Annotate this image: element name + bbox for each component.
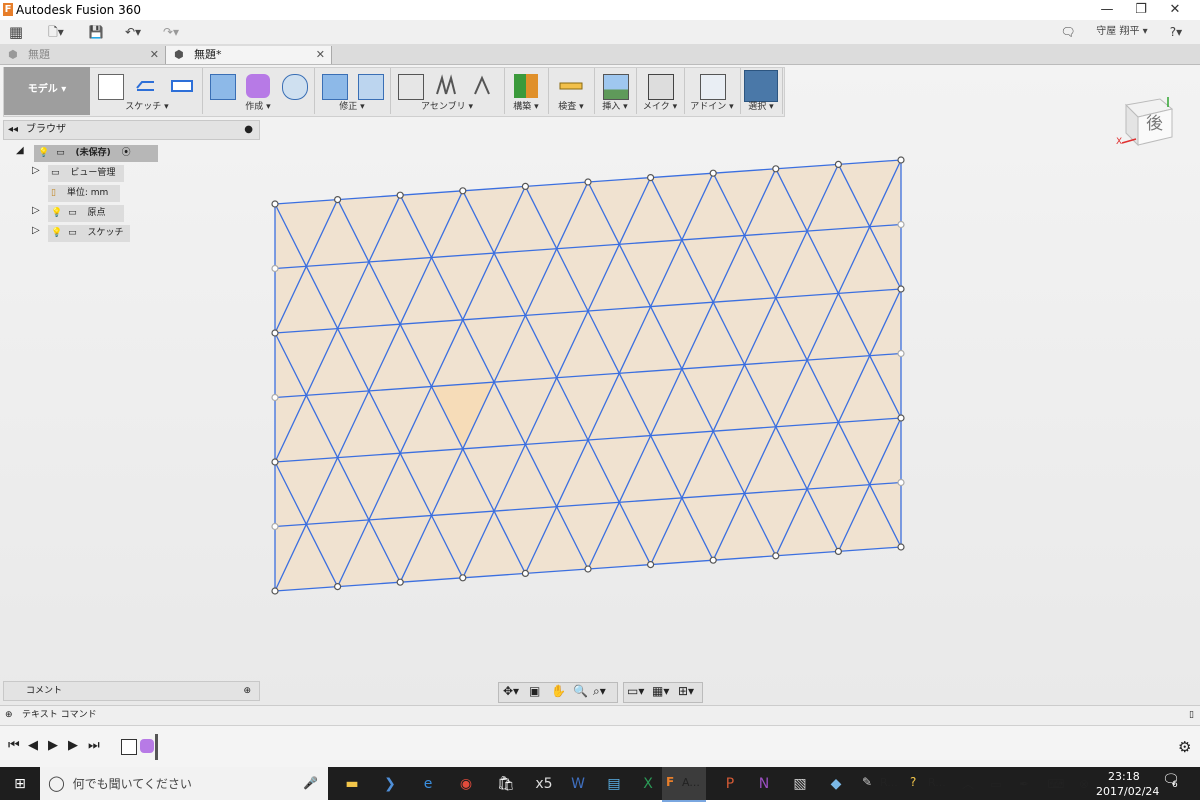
step-back-button[interactable]: ◀: [28, 738, 38, 753]
app-icon[interactable]: ▧: [782, 770, 818, 798]
clock-date[interactable]: 2017/02/24: [1096, 785, 1159, 798]
sketch-point: [897, 285, 905, 293]
sketch-feature-icon[interactable]: [121, 739, 137, 755]
sketch-point: [834, 160, 843, 168]
clock-time[interactable]: 23:18: [1108, 770, 1140, 783]
sketch-point: [271, 458, 279, 466]
sketch-point: [271, 264, 279, 273]
sketch-point: [396, 578, 404, 586]
scroll-handle[interactable]: ▯: [1189, 706, 1194, 725]
help-app-icon: ?: [910, 775, 917, 789]
app-icon[interactable]: ◆: [818, 770, 854, 798]
action-center-icon[interactable]: 🗨 6: [1162, 772, 1184, 794]
display-settings-icon[interactable]: ▭▾: [627, 684, 644, 698]
play-button[interactable]: ▶: [48, 738, 58, 753]
sketch-point: [709, 169, 717, 177]
zoom-icon[interactable]: 🔍: [573, 684, 588, 698]
pen-icon[interactable]: ✒: [1006, 770, 1042, 798]
sketch-point: [834, 547, 843, 556]
look-at-icon[interactable]: ▣: [529, 684, 540, 698]
viewports-icon[interactable]: ⊞▾: [678, 684, 694, 698]
sketch-point: [772, 165, 780, 173]
sketch-point: [584, 178, 592, 186]
display-tools: ▭▾ ▦▾ ⊞▾: [623, 682, 703, 703]
settings-gear-icon[interactable]: ⚙: [1178, 738, 1191, 756]
taskbar-item-r2[interactable]: ? R...: [906, 767, 950, 800]
sketch-point: [897, 349, 905, 358]
sketch-point: [459, 574, 467, 582]
sketch-point: [334, 582, 342, 591]
orbit-icon[interactable]: ✥▾: [503, 684, 519, 698]
fusion-taskbar-item[interactable]: F A...: [662, 767, 706, 802]
sketch-point: [772, 552, 780, 560]
nav-tools: ✥▾ ▣ ✋ 🔍 ⌕▾: [498, 682, 618, 703]
powershell-icon[interactable]: ❯: [372, 770, 408, 798]
sketch-point: [334, 196, 342, 204]
fusion-icon: F: [666, 775, 675, 789]
pan-icon[interactable]: ✋: [551, 684, 566, 698]
notification-count: 6: [1172, 780, 1178, 790]
sketch-point: [271, 522, 279, 531]
comments-label: コメント: [26, 686, 63, 696]
sketch-point: [271, 393, 279, 402]
taskbar-app-label: R...: [880, 776, 898, 789]
sketch-point: [584, 565, 592, 573]
sketch-point: [271, 329, 279, 337]
sketch-point: [709, 556, 717, 564]
sketch-point: [271, 587, 279, 595]
text-command-bar[interactable]: ⊕ テキスト コマンド ▯: [0, 705, 1200, 725]
fit-icon[interactable]: ⌕▾: [593, 684, 606, 699]
sketch-point: [271, 200, 279, 208]
calculator-icon[interactable]: ▤: [596, 770, 632, 798]
word-icon[interactable]: W: [560, 770, 596, 798]
view-cube-face-label: 後: [1146, 114, 1163, 134]
chrome-icon[interactable]: ◉: [448, 770, 484, 798]
taskbar-app-label: R...: [928, 776, 946, 789]
sketch-point: [396, 191, 404, 199]
go-to-end-button[interactable]: ⏭: [88, 738, 100, 753]
edge-icon[interactable]: e: [410, 770, 446, 798]
app-icon: ✎: [862, 775, 873, 789]
sketch-point: [521, 569, 530, 578]
timeline: ⏮ ◀ ▶ ▶ ⏭ ⚙: [0, 725, 1200, 768]
grid-icon[interactable]: ▦▾: [652, 684, 669, 698]
cortana-search[interactable]: ◯ 何でも聞いてください 🎤: [40, 767, 328, 800]
view-cube[interactable]: 後 X: [1116, 95, 1176, 147]
store-icon[interactable]: 🛍: [488, 770, 524, 798]
triangle-mesh-sketch[interactable]: [0, 0, 1200, 800]
sketch-point: [897, 156, 905, 164]
sketch-point: [897, 414, 905, 422]
add-comment-icon[interactable]: ⊕: [243, 682, 251, 700]
step-forward-button[interactable]: ▶: [68, 738, 78, 753]
search-placeholder: 何でも聞いてください: [72, 777, 192, 791]
sketch-point: [646, 560, 655, 569]
form-feature-icon[interactable]: [140, 739, 154, 753]
sketch-point: [459, 187, 467, 195]
file-explorer-icon[interactable]: ▬: [334, 770, 370, 798]
expand-icon[interactable]: ⊕: [5, 706, 13, 725]
onenote-icon[interactable]: N: [746, 770, 782, 798]
taskbar-item-r1[interactable]: ✎ R...: [858, 767, 902, 800]
go-to-start-button[interactable]: ⏮: [8, 738, 20, 753]
sketch-point: [521, 182, 530, 190]
text-command-label: テキスト コマンド: [22, 710, 97, 720]
sketch-point: [897, 220, 905, 229]
sketch-point: [897, 543, 905, 551]
taskbar-app-label: A...: [682, 776, 700, 789]
x5-icon[interactable]: x5: [526, 770, 562, 798]
mic-icon[interactable]: 🎤: [303, 767, 318, 800]
timeline-marker[interactable]: [155, 734, 158, 760]
sketch-point: [646, 174, 655, 182]
excel-icon[interactable]: X: [630, 770, 666, 798]
comments-panel[interactable]: コメント ⊕: [3, 681, 260, 701]
powerpoint-icon[interactable]: P: [712, 770, 748, 798]
x-axis-icon: X: [1116, 137, 1123, 147]
cortana-icon: ◯: [48, 774, 65, 792]
sketch-point: [897, 478, 905, 487]
windows-start-icon[interactable]: ⊞: [2, 770, 38, 798]
